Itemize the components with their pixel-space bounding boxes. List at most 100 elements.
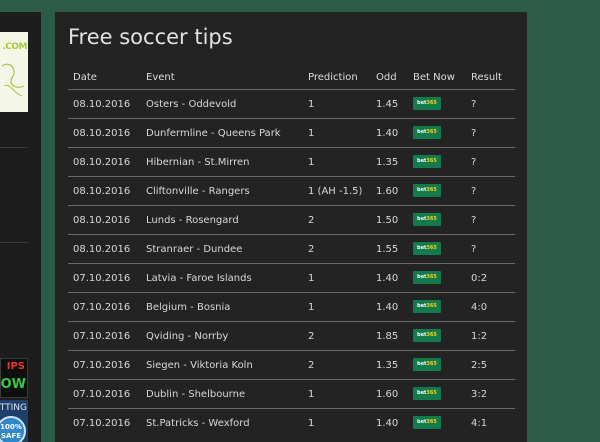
bet365-logo-text: bet365: [417, 100, 437, 106]
table-row: 07.10.2016 Latvia - Faroe Islands 1 1.40 bet…: [68, 263, 515, 293]
bet365-button[interactable]: bet365: [413, 155, 441, 168]
cell-date: 07.10.2016: [68, 379, 141, 409]
bookmaker-name-part2: 365: [426, 187, 437, 193]
sidebar: .COM IPS OW TTING 100% SAFE: [0, 12, 41, 442]
column-header-result: Result: [466, 65, 515, 90]
cell-event: Belgium - Bosnia: [141, 292, 303, 322]
cell-prediction: 2: [303, 321, 371, 351]
cell-bet-now: bet365: [408, 89, 466, 119]
safe-badge-icon: 100% SAFE: [0, 416, 26, 442]
bookmaker-name-part1: bet: [417, 390, 427, 396]
bet365-button[interactable]: bet365: [413, 184, 441, 197]
tips-now-banner[interactable]: IPS OW: [0, 358, 28, 398]
bet365-logo-text: bet365: [417, 390, 437, 396]
cell-event: Osters - Oddevold: [141, 89, 303, 119]
cell-event: Latvia - Faroe Islands: [141, 263, 303, 293]
cell-result: 1:2: [466, 321, 515, 351]
bet365-button[interactable]: bet365: [413, 271, 441, 284]
cell-event: Stranraer - Dundee: [141, 234, 303, 264]
table-row: 07.10.2016 Dublin - Shelbourne 1 1.60 bet365…: [68, 379, 515, 409]
bet365-logo-text: bet365: [417, 274, 437, 280]
bet365-logo-text: bet365: [417, 332, 437, 338]
cell-result: 0:2: [466, 263, 515, 293]
bookmaker-name-part1: bet: [417, 332, 427, 338]
column-header-bet-now: Bet Now: [408, 65, 466, 90]
cell-bet-now: bet365: [408, 408, 466, 437]
cell-event: Qviding - Norrby: [141, 321, 303, 351]
bet365-button[interactable]: bet365: [413, 416, 441, 429]
cell-date: 08.10.2016: [68, 118, 141, 148]
cell-result: ?: [466, 118, 515, 148]
cell-result: ?: [466, 147, 515, 177]
banner-tips-text: IPS: [6, 361, 25, 372]
cell-bet-now: bet365: [408, 263, 466, 293]
bookmaker-name-part1: bet: [417, 274, 427, 280]
column-header-odd: Odd: [371, 65, 408, 90]
bookmaker-name-part1: bet: [417, 303, 427, 309]
bookmaker-name-part1: bet: [417, 187, 427, 193]
cell-prediction: 2: [303, 350, 371, 380]
cell-date: 08.10.2016: [68, 147, 141, 177]
bet365-logo-text: bet365: [417, 245, 437, 251]
table-header-row: Date Event Prediction Odd Bet Now Result: [68, 65, 515, 90]
cell-odd: 1.85: [371, 321, 408, 351]
bet365-button[interactable]: bet365: [413, 329, 441, 342]
cell-bet-now: bet365: [408, 118, 466, 148]
bet365-logo-text: bet365: [417, 158, 437, 164]
cell-event: Hibernian - St.Mirren: [141, 147, 303, 177]
betting-banner[interactable]: TTING 100% SAFE: [0, 400, 28, 442]
tips-panel: Free soccer tips Date Event Prediction O…: [55, 12, 527, 442]
table-row: 08.10.2016 Dunfermline - Queens Park 1 1.40…: [68, 118, 515, 148]
bet365-logo-text: bet365: [417, 361, 437, 367]
cell-date: 07.10.2016: [68, 263, 141, 293]
bookmaker-name-part2: 365: [426, 129, 437, 135]
bet365-button[interactable]: bet365: [413, 300, 441, 313]
cell-prediction: 1: [303, 379, 371, 409]
bookmaker-name-part2: 365: [426, 332, 437, 338]
cell-event: St.Patricks - Wexford: [141, 408, 303, 437]
cell-result: ?: [466, 205, 515, 235]
bookmaker-name-part2: 365: [426, 390, 437, 396]
bookmaker-name-part2: 365: [426, 274, 437, 280]
cell-prediction: 2: [303, 205, 371, 235]
bookmaker-name-part2: 365: [426, 361, 437, 367]
cell-bet-now: bet365: [408, 176, 466, 206]
bet365-button[interactable]: bet365: [413, 387, 441, 400]
bookmaker-name-part2: 365: [426, 245, 437, 251]
column-header-prediction: Prediction: [303, 65, 371, 90]
table-row: 08.10.2016 Hibernian - St.Mirren 1 1.35 bet3…: [68, 147, 515, 177]
cell-bet-now: bet365: [408, 321, 466, 351]
cell-odd: 1.55: [371, 234, 408, 264]
bet365-button[interactable]: bet365: [413, 126, 441, 139]
cell-odd: 1.40: [371, 118, 408, 148]
column-header-event: Event: [141, 65, 303, 90]
table-row: 08.10.2016 Lunds - Rosengard 2 1.50 bet365?: [68, 205, 515, 235]
sidebar-divider: [0, 242, 28, 243]
cell-odd: 1.60: [371, 176, 408, 206]
table-row: 07.10.2016 Qviding - Norrby 2 1.85 bet365 1:2: [68, 321, 515, 351]
cell-date: 07.10.2016: [68, 408, 141, 437]
cell-date: 08.10.2016: [68, 234, 141, 264]
cell-result: 3:2: [466, 379, 515, 409]
bookmaker-name-part2: 365: [426, 100, 437, 106]
cell-prediction: 1: [303, 118, 371, 148]
bet365-logo-text: bet365: [417, 216, 437, 222]
bet365-button[interactable]: bet365: [413, 358, 441, 371]
table-row: 07.10.2016 St.Patricks - Wexford 1 1.40 bet3…: [68, 408, 515, 437]
cell-bet-now: bet365: [408, 147, 466, 177]
bet365-button[interactable]: bet365: [413, 213, 441, 226]
cell-prediction: 1: [303, 89, 371, 119]
cell-event: Dublin - Shelbourne: [141, 379, 303, 409]
bet365-button[interactable]: bet365: [413, 242, 441, 255]
column-header-date: Date: [68, 65, 141, 90]
cell-prediction: 1 (AH -1.5): [303, 176, 371, 206]
cell-date: 07.10.2016: [68, 321, 141, 351]
cell-odd: 1.45: [371, 89, 408, 119]
table-row: 08.10.2016 Osters - Oddevold 1 1.45 bet365?: [68, 89, 515, 119]
site-logo[interactable]: .COM: [0, 32, 28, 112]
banner-betting-text: TTING: [0, 403, 27, 413]
cell-bet-now: bet365: [408, 379, 466, 409]
bet365-logo-text: bet365: [417, 129, 437, 135]
cell-date: 08.10.2016: [68, 89, 141, 119]
bet365-button[interactable]: bet365: [413, 97, 441, 110]
